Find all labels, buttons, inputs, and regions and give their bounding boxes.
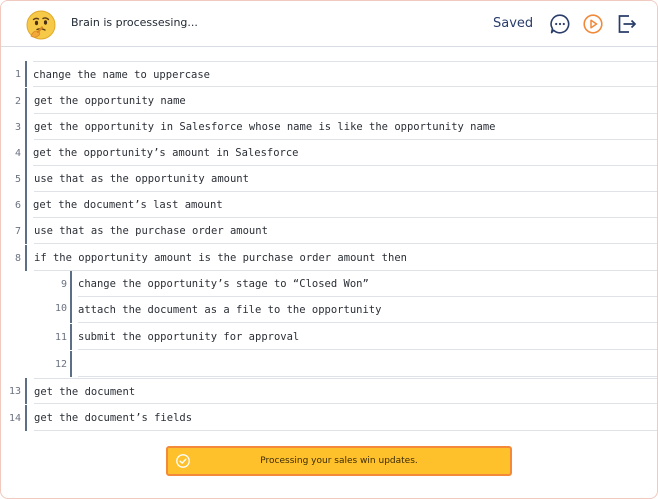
line-number: 3 [14, 122, 21, 133]
line-text[interactable] [78, 351, 657, 377]
line-text[interactable]: change the name to uppercase [33, 61, 657, 87]
line-text[interactable]: use that as the opportunity amount [34, 166, 657, 192]
line-number: 4 [14, 148, 21, 159]
line-number: 10 [54, 303, 67, 314]
code-line[interactable]: 4 get the opportunity’s amount in Salesf… [1, 140, 657, 166]
line-number: 5 [14, 174, 21, 185]
code-line[interactable]: 1 change the name to uppercase [1, 61, 657, 87]
chat-button[interactable] [549, 13, 571, 35]
code-line-nested[interactable]: 10 attach the document as a file to the … [1, 297, 657, 323]
line-number: 12 [54, 359, 67, 370]
notification-toast: Processing your sales win updates. [166, 446, 512, 476]
line-number: 9 [60, 279, 67, 290]
code-line[interactable]: 2 get the opportunity name [1, 88, 657, 114]
header-bar: Brain is processesing... Saved [1, 1, 657, 47]
thinking-face-icon [25, 9, 57, 41]
line-number: 14 [8, 413, 21, 424]
exit-icon [618, 15, 637, 33]
line-number: 7 [14, 226, 21, 237]
code-line-nested[interactable]: 9 change the opportunity’s stage to “Clo… [1, 271, 657, 297]
code-line[interactable]: 3 get the opportunity in Salesforce whos… [1, 114, 657, 140]
line-number: 11 [54, 332, 67, 343]
code-line-nested[interactable]: 11 submit the opportunity for approval [1, 324, 657, 350]
line-number: 6 [14, 200, 21, 211]
line-text[interactable]: get the opportunity name [34, 88, 657, 114]
line-number: 13 [8, 386, 21, 397]
line-text[interactable]: get the document’s fields [34, 405, 657, 431]
code-line[interactable]: 7 use that as the purchase order amount [1, 218, 657, 244]
line-text[interactable]: get the document [34, 378, 657, 404]
line-text[interactable]: get the opportunity’s amount in Salesfor… [33, 140, 657, 166]
line-number: 8 [14, 253, 21, 264]
line-text[interactable]: submit the opportunity for approval [78, 324, 657, 350]
code-line[interactable]: 6 get the document’s last amount [1, 192, 657, 218]
code-line[interactable]: 13 get the document [1, 378, 657, 404]
line-text[interactable]: change the opportunity’s stage to “Close… [78, 271, 657, 297]
chat-bubble-icon [550, 14, 570, 34]
line-number: 2 [14, 96, 21, 107]
line-text[interactable]: use that as the purchase order amount [34, 218, 657, 244]
code-line-nested[interactable]: 12 [1, 351, 657, 377]
code-line[interactable]: 14 get the document’s fields [1, 405, 657, 431]
app-window: Brain is processesing... Saved 1 change … [0, 0, 658, 499]
code-line[interactable]: 5 use that as the opportunity amount [1, 166, 657, 192]
line-text[interactable]: get the document’s last amount [33, 192, 657, 218]
line-text[interactable]: if the opportunity amount is the purchas… [34, 245, 657, 271]
play-icon [583, 14, 603, 34]
exit-button[interactable] [616, 13, 638, 35]
saved-indicator: Saved [493, 16, 534, 31]
processing-status: Brain is processesing... [71, 16, 198, 29]
line-number: 1 [14, 69, 21, 80]
code-line[interactable]: 8 if the opportunity amount is the purch… [1, 245, 657, 271]
line-text[interactable]: get the opportunity in Salesforce whose … [34, 114, 657, 140]
line-text[interactable]: attach the document as a file to the opp… [78, 297, 657, 323]
run-button[interactable] [582, 13, 604, 35]
toast-message: Processing your sales win updates. [260, 456, 418, 466]
